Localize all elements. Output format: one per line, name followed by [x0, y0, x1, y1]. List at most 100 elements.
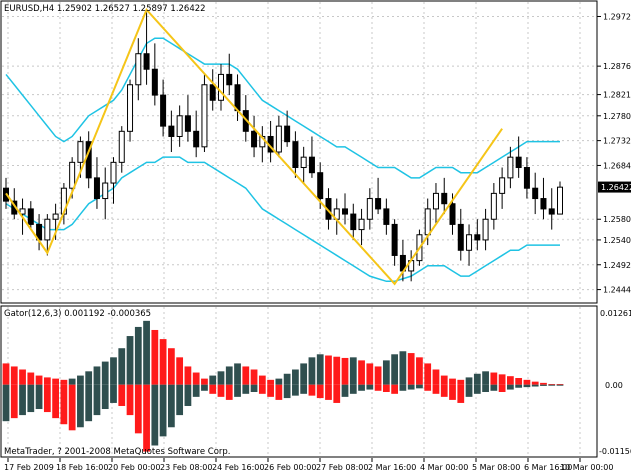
gator-lower-bar	[93, 384, 101, 416]
gator-upper-bar	[134, 326, 142, 385]
gator-lower-bar	[374, 384, 382, 391]
gator-lower-bar	[349, 384, 357, 394]
gator-upper-bar	[333, 356, 341, 385]
gator-upper-bar	[275, 378, 283, 385]
candle-body	[251, 130, 258, 148]
gator-upper-bar	[300, 363, 308, 385]
time-tick-label: 4 Mar 00:00	[420, 463, 468, 472]
price-tick-label: 1.24920	[603, 261, 631, 270]
candle-body	[499, 177, 506, 194]
gator-lower-bar	[548, 384, 556, 386]
gator-lower-bar	[176, 384, 184, 416]
gator-lower-bar	[217, 384, 225, 397]
gator-lower-bar	[192, 384, 200, 397]
candle-body	[358, 218, 365, 231]
gator-lower-bar	[118, 384, 126, 406]
gator-upper-bar	[258, 375, 266, 385]
gator-lower-bar	[440, 384, 448, 397]
price-tick-label: 1.29720	[603, 12, 631, 21]
time-tick-label: 10 Mar 00:00	[560, 463, 613, 472]
candle-body	[317, 172, 324, 200]
gator-upper-bar	[10, 366, 18, 385]
candle-body	[217, 73, 224, 101]
candle-body	[135, 53, 142, 86]
gator-upper-bar	[523, 379, 531, 385]
candle-body	[441, 192, 448, 205]
candle-body	[110, 161, 117, 184]
gator-lower-bar	[540, 384, 547, 386]
candle-body	[474, 234, 481, 241]
gator-lower-bar	[19, 384, 26, 416]
gator-lower-bar	[184, 384, 192, 406]
candle-body	[143, 53, 150, 70]
gator-lower-bar	[250, 384, 258, 392]
gator-upper-bar	[27, 372, 35, 385]
current-price-marker: 1.26422	[598, 181, 631, 193]
candle-body	[292, 141, 299, 169]
gator-upper-bar	[358, 360, 365, 385]
gator-zero-tick: 0.00	[605, 381, 623, 390]
candle-body	[350, 213, 357, 231]
gator-upper-bar	[250, 369, 258, 385]
gator-upper-bar	[201, 378, 208, 385]
copyright-text: MetaTrader, ? 2001-2008 MetaQuotes Softw…	[4, 447, 231, 457]
candle-body	[507, 156, 514, 179]
gator-upper-bar	[60, 379, 68, 385]
candle-body	[342, 208, 349, 215]
gator-upper-bar	[316, 354, 324, 385]
candle-body	[234, 84, 241, 112]
gator-lower-bar	[366, 384, 374, 390]
trading-chart[interactable]: EURUSD,H4 1.25902 1.26527 1.25897 1.2642…	[0, 0, 631, 473]
candle-body	[383, 208, 390, 225]
gator-lower-bar	[391, 384, 399, 394]
candle-body	[557, 186, 563, 215]
gator-upper-bar	[416, 357, 423, 385]
candle-body	[457, 223, 464, 251]
gator-lower-bar	[316, 384, 324, 399]
gator-upper-bar	[184, 366, 192, 385]
time-tick-label: 27 Feb 08:00	[316, 463, 368, 472]
candle-body	[548, 208, 555, 215]
candle-body	[424, 208, 431, 236]
gator-upper-bar	[374, 366, 382, 385]
symbol-header: EURUSD,H4 1.25902 1.26527 1.25897 1.2642…	[4, 4, 206, 14]
gator-upper-bar	[391, 354, 399, 385]
gator-upper-bar	[52, 378, 59, 385]
gator-lower-bar	[35, 384, 43, 410]
gator-upper-bar	[507, 376, 514, 385]
time-tick-label: 20 Feb 00:00	[108, 463, 160, 472]
gator-lower-bar	[482, 384, 489, 392]
gator-lower-bar	[399, 384, 407, 391]
gator-upper-bar	[110, 357, 117, 385]
gator-lower-bar	[27, 384, 35, 413]
gator-upper-bar	[68, 378, 76, 385]
gator-upper-bar	[242, 366, 250, 385]
price-tick-label: 1.24440	[603, 286, 631, 295]
time-tick-label: 18 Feb 16:00	[56, 463, 108, 472]
gator-upper-bar	[209, 375, 217, 385]
gator-upper-bar	[308, 357, 316, 385]
gator-bottom-tick: -0.0115613	[599, 447, 631, 456]
gator-lower-bar	[498, 384, 506, 392]
gator-upper-bar	[407, 353, 415, 385]
gator-upper-bar	[540, 382, 547, 385]
gator-upper-bar	[167, 348, 175, 385]
time-tick-label: 5 Mar 08:00	[472, 463, 520, 472]
candle-body	[490, 192, 497, 220]
gator-upper-bar	[473, 373, 481, 385]
gator-upper-bar	[101, 361, 109, 385]
candle-body	[151, 68, 158, 96]
gator-upper-bar	[498, 374, 506, 385]
candle-body	[193, 130, 200, 148]
gator-lower-bar	[143, 384, 150, 452]
candle-body	[77, 141, 84, 163]
price-tick-label: 1.27320	[603, 137, 631, 146]
price-tick-label: 1.26840	[603, 161, 631, 170]
gator-upper-bar	[283, 373, 291, 385]
candle-body	[449, 203, 456, 225]
gator-lower-bar	[333, 384, 341, 403]
gator-lower-bar	[465, 384, 473, 397]
gator-lower-bar	[300, 384, 308, 394]
gator-lower-bar	[292, 384, 299, 396]
gator-upper-bar	[85, 371, 93, 385]
